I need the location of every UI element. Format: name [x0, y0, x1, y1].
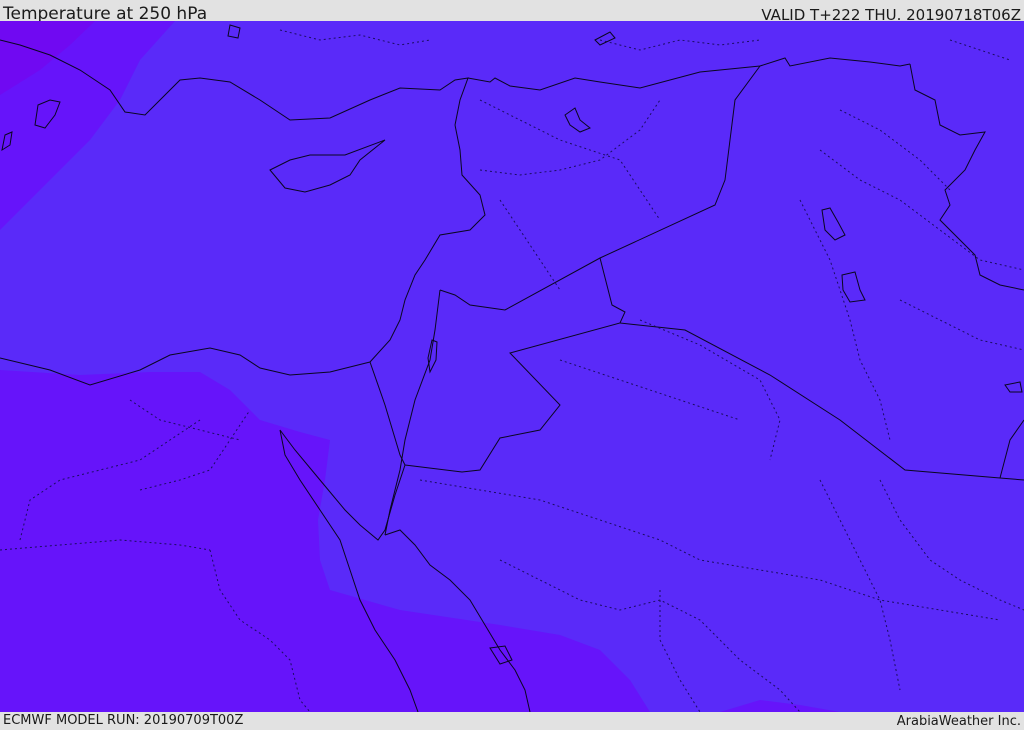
- header-bar: Temperature at 250 hPa VALID T+222 THU. …: [0, 0, 1024, 24]
- credit-label: ArabiaWeather Inc.: [896, 714, 1021, 729]
- map-svg: [0, 21, 1024, 712]
- footer-bar: ECMWF MODEL RUN: 20190709T00Z ArabiaWeat…: [0, 712, 1024, 729]
- map-canvas[interactable]: [0, 21, 1024, 712]
- model-run-label: ECMWF MODEL RUN: 20190709T00Z: [3, 713, 244, 728]
